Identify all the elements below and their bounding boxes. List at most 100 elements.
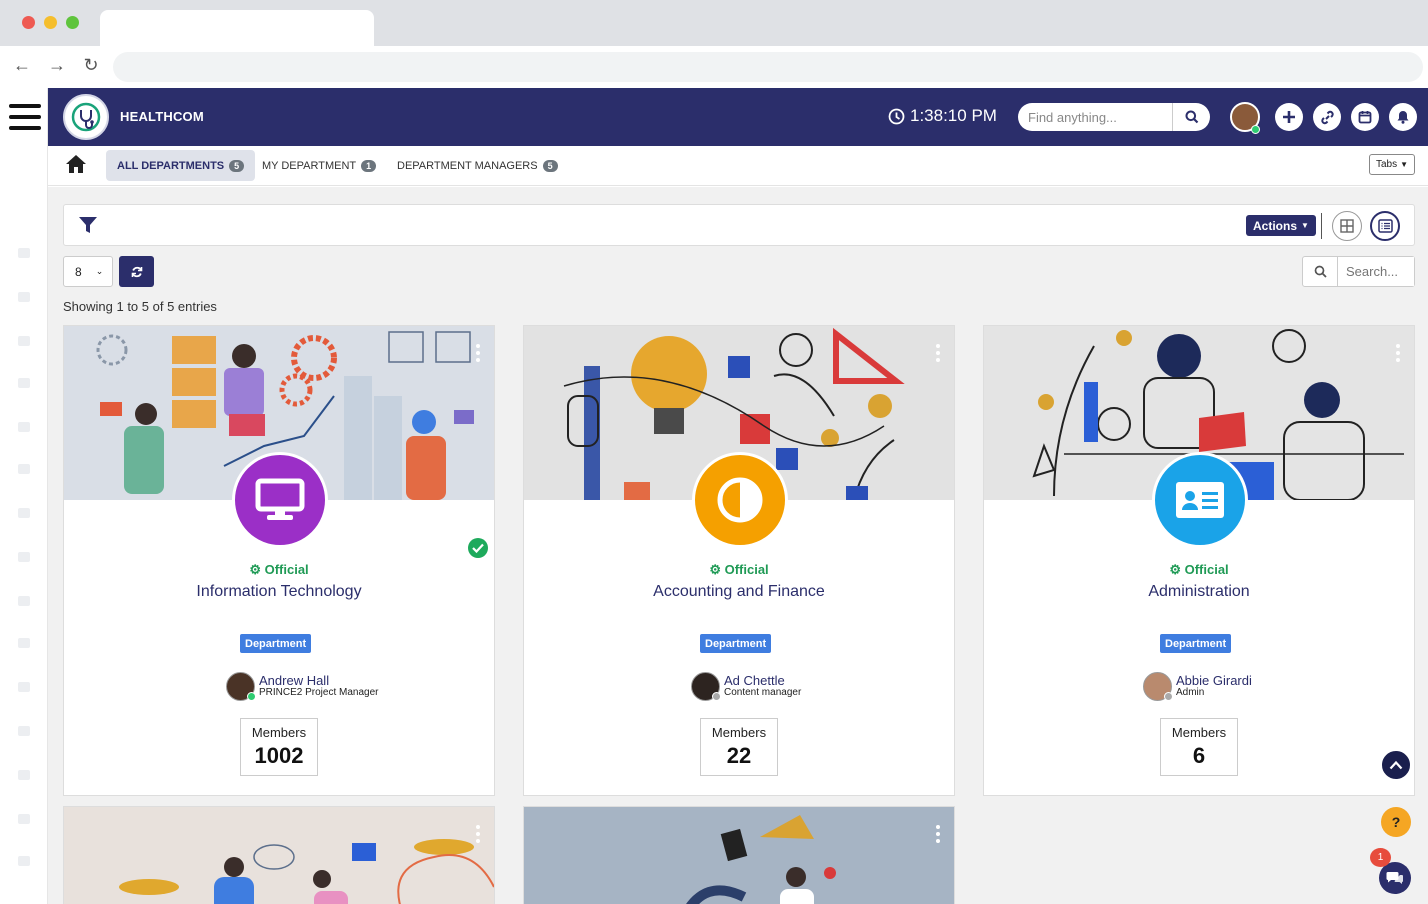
nav-icon[interactable] — [18, 596, 30, 606]
add-button[interactable] — [1275, 103, 1303, 131]
nav-icon[interactable] — [18, 856, 30, 866]
maximize-window-icon[interactable] — [66, 16, 79, 29]
stethoscope-icon — [71, 102, 101, 132]
nav-icon[interactable] — [18, 726, 30, 736]
nav-icon[interactable] — [18, 292, 30, 302]
list-search-input[interactable] — [1338, 257, 1414, 286]
page-size-select[interactable]: 8 ⌄ — [63, 256, 113, 287]
card-menu-icon[interactable] — [936, 344, 940, 362]
manager-name[interactable]: Andrew Hall — [259, 674, 379, 687]
count-badge: 5 — [542, 159, 558, 172]
grid-icon — [1340, 219, 1354, 233]
chevron-up-icon — [1389, 760, 1403, 770]
department-card[interactable]: ⚙ Official Administration Department Abb… — [983, 325, 1415, 796]
home-icon[interactable] — [65, 154, 87, 174]
count-badge: 1 — [361, 159, 377, 172]
nav-icon[interactable] — [18, 378, 30, 388]
grid-view-button[interactable] — [1332, 211, 1362, 241]
members-count: Members 1002 — [240, 718, 318, 776]
tab-label: DEPARTMENT MANAGERS — [397, 159, 538, 172]
scroll-to-top-button[interactable] — [1380, 749, 1412, 781]
department-tabs: ALL DEPARTMENTS 5 MY DEPARTMENT 1 DEPART… — [48, 146, 1428, 186]
avatar — [691, 672, 721, 701]
tab-all-departments[interactable]: ALL DEPARTMENTS 5 — [106, 150, 256, 181]
question-mark-icon: ? — [1391, 814, 1401, 830]
nav-icon[interactable] — [18, 682, 30, 692]
address-bar[interactable] — [113, 52, 1423, 82]
department-card[interactable] — [523, 806, 955, 904]
manager-name[interactable]: Ad Chettle — [724, 674, 801, 687]
refresh-icon — [131, 266, 142, 277]
online-status-dot — [247, 692, 256, 701]
department-manager[interactable]: Ad Chettle Content manager — [691, 672, 801, 701]
type-badge: Department — [240, 634, 312, 653]
department-name[interactable]: Information Technology — [64, 583, 494, 601]
count-badge: 5 — [229, 159, 245, 172]
caret-down-icon: ▼ — [1400, 160, 1408, 169]
card-menu-icon[interactable] — [1396, 344, 1400, 362]
card-menu-icon[interactable] — [936, 825, 940, 843]
global-search-input[interactable] — [1018, 103, 1172, 131]
global-search — [1018, 103, 1210, 131]
tab-department-managers[interactable]: DEPARTMENT MANAGERS 5 — [386, 150, 569, 181]
clock: 1:38:10 PM — [888, 106, 997, 126]
department-manager[interactable]: Abbie Girardi Admin — [1143, 672, 1252, 701]
nav-icon[interactable] — [18, 336, 30, 346]
card-menu-icon[interactable] — [476, 344, 480, 362]
refresh-button[interactable] — [119, 256, 154, 287]
official-status: ⚙ Official — [64, 562, 494, 578]
links-button[interactable] — [1313, 103, 1341, 131]
nav-icon[interactable] — [18, 552, 30, 562]
minimize-window-icon[interactable] — [44, 16, 57, 29]
nav-icon[interactable] — [18, 770, 30, 780]
members-value: 22 — [726, 743, 752, 768]
department-card[interactable] — [63, 806, 495, 904]
search-icon[interactable] — [1303, 257, 1338, 286]
department-card[interactable]: ⚙ Official Accounting and Finance Depart… — [523, 325, 955, 796]
nav-icon[interactable] — [18, 508, 30, 518]
department-name[interactable]: Administration — [984, 583, 1414, 601]
chat-button[interactable] — [1379, 862, 1411, 894]
manager-role: Content manager — [724, 687, 802, 698]
notifications-button[interactable] — [1389, 103, 1417, 131]
nav-icon[interactable] — [18, 814, 30, 824]
tab-label: ALL DEPARTMENTS — [117, 159, 225, 172]
tab-label: MY DEPARTMENT — [262, 159, 357, 172]
nav-icon[interactable] — [18, 422, 30, 432]
brand-name: HEALTHCOM — [120, 109, 204, 124]
nav-icon[interactable] — [18, 464, 30, 474]
forward-arrow-icon[interactable]: → — [46, 54, 68, 76]
gear-icon: ⚙ — [249, 562, 265, 577]
actions-button[interactable]: Actions ▼ — [1246, 215, 1316, 236]
official-status: ⚙ Official — [984, 562, 1414, 578]
tabs-dropdown[interactable]: Tabs ▼ — [1368, 154, 1415, 175]
back-arrow-icon[interactable]: ← — [11, 54, 33, 76]
nav-icon[interactable] — [18, 638, 30, 648]
help-button[interactable]: ? — [1381, 807, 1411, 837]
bell-icon — [1397, 111, 1409, 124]
tab-my-department[interactable]: MY DEPARTMENT 1 — [251, 150, 387, 181]
manager-role: PRINCE2 Project Manager — [259, 687, 379, 698]
browser-tab[interactable] — [100, 10, 374, 46]
status-label: Official — [264, 562, 309, 577]
department-manager[interactable]: Andrew Hall PRINCE2 Project Manager — [226, 672, 379, 701]
tabs-dropdown-label: Tabs — [1375, 159, 1398, 170]
department-name[interactable]: Accounting and Finance — [524, 583, 954, 601]
caret-down-icon: ▼ — [1301, 221, 1309, 230]
chat-bubbles-icon — [1386, 872, 1403, 884]
nav-icon[interactable] — [18, 248, 30, 258]
offline-status-dot — [1164, 692, 1173, 701]
healthcom-logo[interactable] — [63, 94, 109, 140]
reload-icon[interactable]: ↻ — [80, 54, 102, 76]
hamburger-menu-icon[interactable] — [9, 104, 41, 130]
members-value: 6 — [1192, 743, 1206, 768]
chevron-down-icon: ⌄ — [95, 266, 104, 276]
calendar-button[interactable] — [1351, 103, 1379, 131]
global-search-button[interactable] — [1172, 103, 1210, 131]
manager-name[interactable]: Abbie Girardi — [1176, 674, 1252, 687]
department-card[interactable]: ⚙ Official Information Technology Depart… — [63, 325, 495, 796]
close-window-icon[interactable] — [22, 16, 35, 29]
list-view-button[interactable] — [1370, 211, 1400, 241]
filter-icon[interactable] — [78, 215, 98, 235]
card-menu-icon[interactable] — [476, 825, 480, 843]
